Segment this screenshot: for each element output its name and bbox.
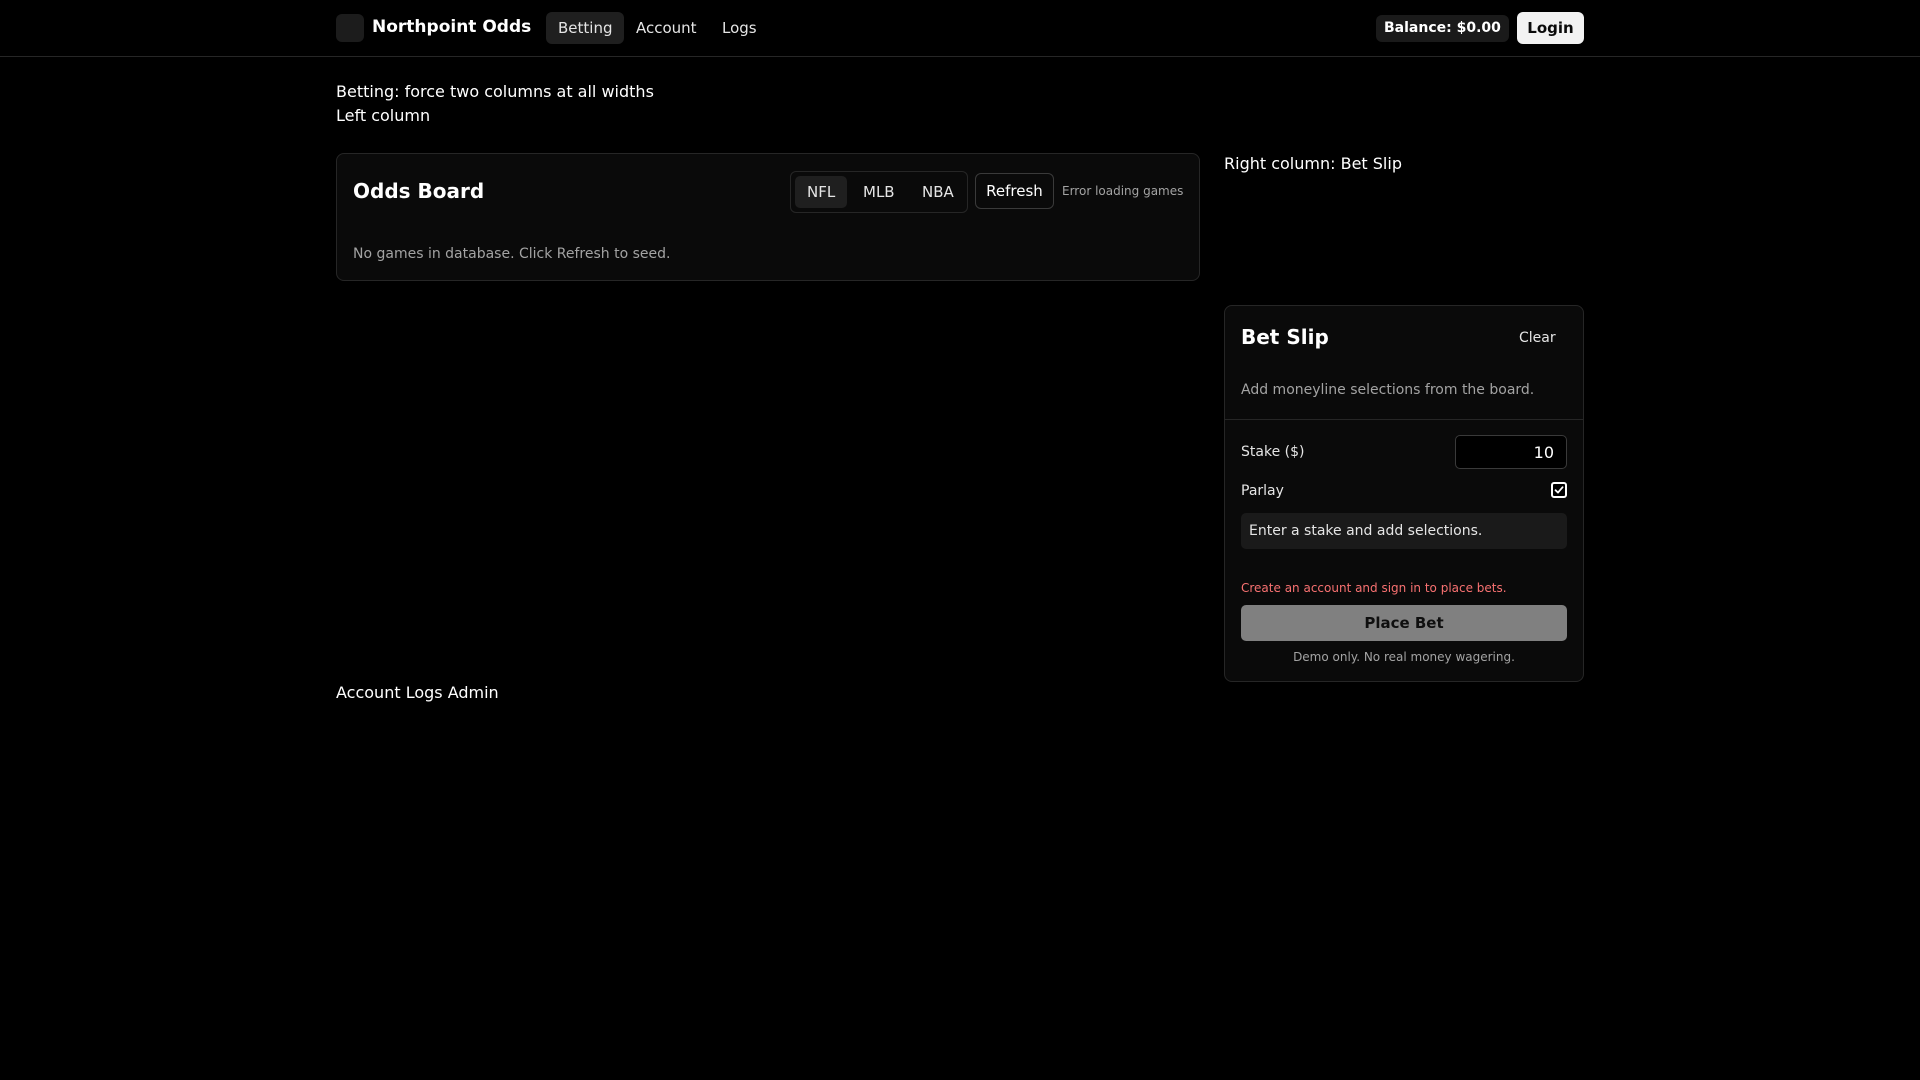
tab-nfl[interactable]: NFL bbox=[795, 176, 848, 208]
login-button[interactable]: Login bbox=[1517, 12, 1584, 44]
top-navbar: Northpoint Odds Betting Account Logs Bal… bbox=[0, 0, 1920, 57]
stake-input[interactable] bbox=[1455, 435, 1567, 469]
disclaimer-text: Demo only. No real money wagering. bbox=[1293, 650, 1515, 664]
balance-badge: Balance: $0.00 bbox=[1376, 15, 1509, 42]
nav-logs[interactable]: Logs bbox=[710, 12, 769, 44]
layout-note: Betting: force two columns at all widths bbox=[336, 82, 654, 101]
nav-account[interactable]: Account bbox=[624, 12, 709, 44]
right-column-label: Right column: Bet Slip bbox=[1224, 154, 1402, 173]
odds-empty-message: No games in database. Click Refresh to s… bbox=[353, 246, 671, 262]
brand-name: Northpoint Odds bbox=[372, 17, 532, 37]
left-column-label: Left column bbox=[336, 106, 431, 125]
clear-button[interactable]: Clear bbox=[1511, 324, 1564, 352]
login-warning: Create an account and sign in to place b… bbox=[1241, 581, 1507, 595]
slip-empty-message: Add moneyline selections from the board. bbox=[1241, 382, 1535, 398]
place-bet-button[interactable]: Place Bet bbox=[1241, 605, 1567, 641]
odds-board-title: Odds Board bbox=[353, 179, 485, 203]
parlay-label: Parlay bbox=[1241, 483, 1284, 499]
footer-links-text: Account Logs Admin bbox=[336, 683, 499, 702]
tab-nba[interactable]: NBA bbox=[910, 176, 966, 208]
bet-slip-title: Bet Slip bbox=[1241, 325, 1329, 349]
bet-slip-card: Bet Slip Clear Add moneyline selections … bbox=[1224, 305, 1584, 682]
slip-divider bbox=[1225, 419, 1583, 420]
stake-label: Stake ($) bbox=[1241, 444, 1305, 460]
parlay-checkbox[interactable] bbox=[1551, 482, 1567, 498]
slip-summary: Enter a stake and add selections. bbox=[1241, 513, 1567, 549]
tab-mlb[interactable]: MLB bbox=[851, 176, 907, 208]
refresh-button[interactable]: Refresh bbox=[975, 173, 1054, 209]
odds-board-card: Odds Board NFL MLB NBA Refresh Error loa… bbox=[336, 153, 1200, 281]
brand-logo-icon bbox=[336, 14, 364, 42]
nav-betting[interactable]: Betting bbox=[546, 12, 625, 44]
error-message: Error loading games bbox=[1062, 184, 1184, 198]
checkmark-icon bbox=[1554, 486, 1564, 494]
league-tabs: NFL MLB NBA bbox=[790, 171, 968, 213]
